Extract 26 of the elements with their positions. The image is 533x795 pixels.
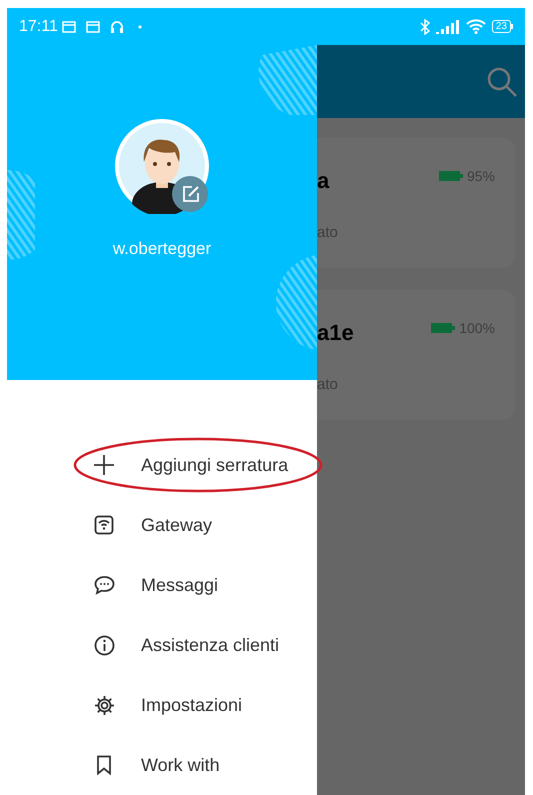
info-icon xyxy=(94,634,114,656)
plus-icon xyxy=(92,453,116,477)
wifi-box-icon xyxy=(94,515,114,535)
wifi-icon xyxy=(466,19,486,34)
bookmark-icon xyxy=(96,755,112,775)
edit-icon[interactable] xyxy=(172,176,208,212)
battery-icon xyxy=(438,171,463,181)
headphones-icon xyxy=(110,20,124,34)
speech-bubble-icon xyxy=(94,575,114,595)
menu-item[interactable]: Assistenza clienti xyxy=(141,632,280,658)
battery-indicator: 23 xyxy=(492,20,513,33)
bluetooth-icon xyxy=(420,18,430,34)
menu-item[interactable]: Impostazioni xyxy=(141,692,242,718)
signal-icon xyxy=(436,20,460,34)
battery-icon xyxy=(431,323,456,333)
status-time: 17:11 xyxy=(19,16,58,36)
menu-item[interactable]: Gateway xyxy=(141,512,212,538)
menu-item[interactable]: Work with xyxy=(141,752,220,778)
settings-icon xyxy=(94,694,114,716)
dot-icon xyxy=(138,24,142,28)
menu-item[interactable]: Messaggi xyxy=(141,572,218,598)
lock-name: a xyxy=(317,168,330,194)
lock-name: a1e xyxy=(317,320,354,346)
username: w.obertegger xyxy=(112,238,212,260)
calendar-icon xyxy=(86,20,100,32)
calendar-icon xyxy=(62,20,76,32)
